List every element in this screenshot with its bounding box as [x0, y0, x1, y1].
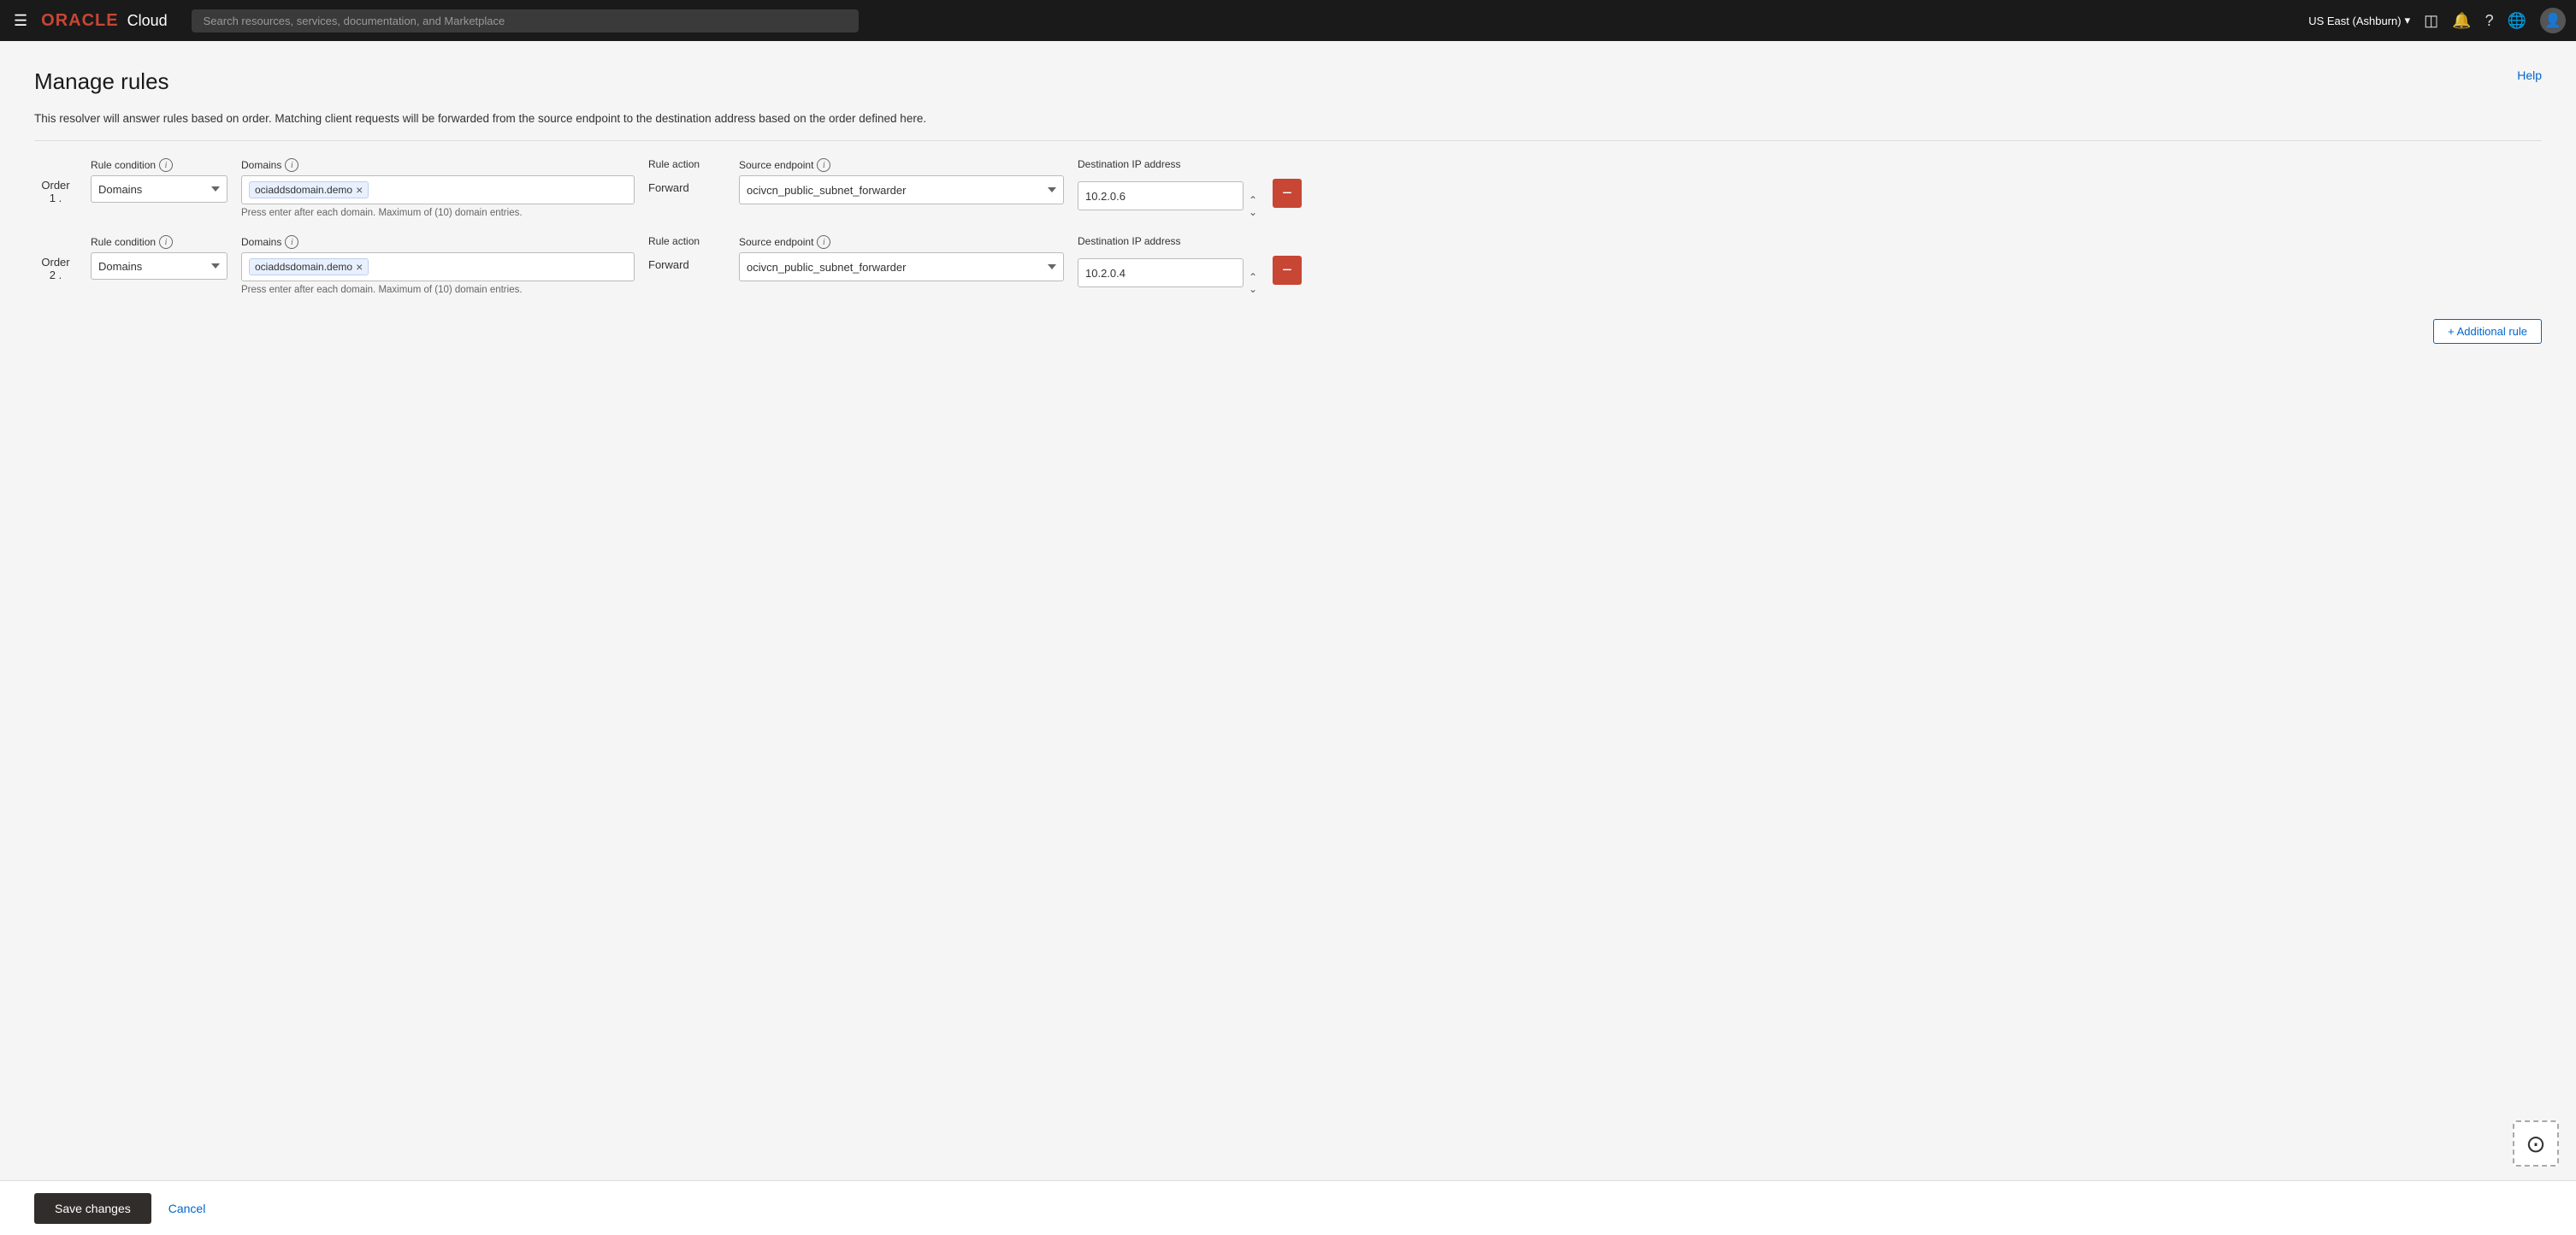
dev-tools-icon[interactable]: ◫ [2424, 12, 2438, 30]
domain-hint-2: Press enter after each domain. Maximum o… [241, 285, 635, 295]
rule-row: Order 1 . Rule condition i Domains Clien… [34, 158, 2542, 218]
notification-bell-icon[interactable]: 🔔 [2452, 12, 2471, 30]
source-endpoint-info-icon-1[interactable]: i [817, 158, 830, 172]
divider [34, 140, 2542, 141]
chevron-down-icon-1[interactable]: ⌄ [1247, 206, 1259, 218]
source-endpoint-group-2: Source endpoint i ocivcn_public_subnet_f… [739, 235, 1064, 281]
order-num-2: 2 . [50, 269, 62, 281]
source-endpoint-group-1: Source endpoint i ocivcn_public_subnet_f… [739, 158, 1064, 204]
domains-group-1: Domains i ociaddsdomain.demo × Press ent… [241, 158, 635, 218]
domain-input-2[interactable] [374, 261, 627, 274]
dest-ip-label-2: Destination IP address [1078, 235, 1259, 247]
chevron-down-icon-2[interactable]: ⌄ [1247, 283, 1259, 295]
domain-tag-text-1: ociaddsdomain.demo [255, 184, 352, 196]
add-rule-button[interactable]: + Additional rule [2433, 319, 2542, 344]
domain-hint-1: Press enter after each domain. Maximum o… [241, 208, 635, 218]
order-text-2: Order [41, 256, 69, 269]
domain-input-wrapper-1[interactable]: ociaddsdomain.demo × [241, 175, 635, 204]
dest-ip-input-2[interactable] [1078, 258, 1244, 287]
source-endpoint-select-2[interactable]: ocivcn_public_subnet_forwarder [739, 252, 1064, 281]
rule-condition-info-icon-2[interactable]: i [159, 235, 173, 249]
help-question-icon[interactable]: ? [2485, 12, 2494, 30]
source-endpoint-label-1: Source endpoint i [739, 158, 1064, 172]
dest-ip-label-1: Destination IP address [1078, 158, 1259, 170]
remove-rule-button-1[interactable]: − [1273, 179, 1302, 208]
chevron-up-icon-1[interactable]: ⌃ [1247, 194, 1259, 206]
dest-ip-group-1: Destination IP address ⌃ ⌄ [1078, 158, 1259, 218]
page-container: Manage rules Help This resolver will ans… [0, 41, 2576, 1180]
rule-action-label-2: Rule action [648, 235, 725, 247]
domains-group-2: Domains i ociaddsdomain.demo × Press ent… [241, 235, 635, 295]
rule-condition-label-2: Rule condition i [91, 235, 227, 249]
footer-bar: Save changes Cancel [0, 1180, 2576, 1235]
rule-condition-select-1[interactable]: Domains Client subnet [91, 175, 227, 203]
order-label-2: Order 2 . [34, 235, 77, 281]
domain-tag-text-2: ociaddsdomain.demo [255, 261, 352, 273]
rule-action-label-1: Rule action [648, 158, 725, 170]
rule-condition-group-1: Rule condition i Domains Client subnet [91, 158, 227, 203]
source-endpoint-select-1[interactable]: ocivcn_public_subnet_forwarder [739, 175, 1064, 204]
rule-action-group-1: Rule action Forward [648, 158, 725, 201]
hamburger-menu-icon[interactable]: ☰ [10, 9, 31, 33]
add-rule-container: + Additional rule [34, 319, 2542, 344]
domains-label-1: Domains i [241, 158, 635, 172]
cloud-label: Cloud [127, 12, 168, 30]
save-changes-button[interactable]: Save changes [34, 1193, 151, 1224]
rule-condition-info-icon-1[interactable]: i [159, 158, 173, 172]
order-num-1: 1 . [50, 192, 62, 204]
region-label: US East (Ashburn) [2308, 15, 2401, 27]
region-chevron-icon: ▾ [2405, 14, 2411, 27]
source-endpoint-info-icon-2[interactable]: i [817, 235, 830, 249]
search-input[interactable] [192, 9, 859, 32]
topnav-right-section: US East (Ashburn) ▾ ◫ 🔔 ? 🌐 👤 [2308, 8, 2566, 33]
cancel-link[interactable]: Cancel [168, 1202, 206, 1215]
help-widget[interactable]: ⊙ [2513, 1120, 2559, 1167]
rule-action-value-2: Forward [648, 251, 725, 278]
remove-rule-button-2[interactable]: − [1273, 256, 1302, 285]
oracle-logo: ORACLE Cloud [41, 11, 167, 31]
order-label-1: Order 1 . [34, 158, 77, 204]
rule-action-value-1: Forward [648, 174, 725, 201]
add-rule-label: + Additional rule [2448, 325, 2527, 338]
dest-ip-chevrons-1: ⌃ ⌄ [1247, 174, 1259, 218]
chevron-up-icon-2[interactable]: ⌃ [1247, 271, 1259, 283]
rules-container: Order 1 . Rule condition i Domains Clien… [34, 158, 2542, 312]
domain-tag-close-2[interactable]: × [356, 261, 363, 273]
dest-ip-input-1[interactable] [1078, 181, 1244, 210]
domains-info-icon-1[interactable]: i [285, 158, 298, 172]
rule-condition-group-2: Rule condition i Domains Client subnet [91, 235, 227, 280]
user-avatar[interactable]: 👤 [2540, 8, 2566, 33]
rule-condition-select-2[interactable]: Domains Client subnet [91, 252, 227, 280]
description-text: This resolver will answer rules based on… [34, 112, 2542, 125]
domain-input-wrapper-2[interactable]: ociaddsdomain.demo × [241, 252, 635, 281]
oracle-wordmark: ORACLE [41, 11, 118, 31]
help-widget-icon: ⊙ [2526, 1130, 2545, 1158]
help-link[interactable]: Help [2517, 68, 2542, 82]
domain-tag-close-1[interactable]: × [356, 184, 363, 196]
language-globe-icon[interactable]: 🌐 [2508, 12, 2526, 30]
region-selector[interactable]: US East (Ashburn) ▾ [2308, 14, 2410, 27]
domains-label-2: Domains i [241, 235, 635, 249]
source-endpoint-label-2: Source endpoint i [739, 235, 1064, 249]
domain-tag-1: ociaddsdomain.demo × [249, 181, 369, 198]
order-text-1: Order [41, 179, 69, 192]
rule-condition-label-1: Rule condition i [91, 158, 227, 172]
rule-action-group-2: Rule action Forward [648, 235, 725, 278]
page-header: Manage rules Help [34, 68, 2542, 95]
domains-info-icon-2[interactable]: i [285, 235, 298, 249]
dest-ip-chevrons-2: ⌃ ⌄ [1247, 251, 1259, 295]
domain-tag-2: ociaddsdomain.demo × [249, 258, 369, 275]
search-container [192, 9, 859, 32]
rule-row-2: Order 2 . Rule condition i Domains Clien… [34, 235, 2542, 295]
page-title: Manage rules [34, 68, 169, 95]
dest-ip-group-2: Destination IP address ⌃ ⌄ [1078, 235, 1259, 295]
domain-input-1[interactable] [374, 184, 627, 197]
top-navigation: ☰ ORACLE Cloud US East (Ashburn) ▾ ◫ 🔔 ?… [0, 0, 2576, 41]
